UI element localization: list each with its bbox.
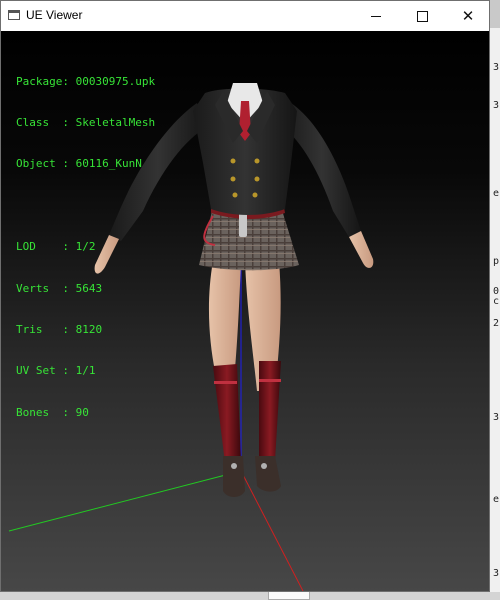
background-glyph: 2 xyxy=(492,318,499,329)
background-glyph: e xyxy=(492,188,499,199)
uvset-label: UV Set : xyxy=(16,364,69,378)
right-hand xyxy=(349,231,374,268)
background-glyph: 3 xyxy=(492,412,499,423)
lod-label: LOD : xyxy=(16,240,69,254)
3d-viewport[interactable]: Package: 00030975.upk Class : SkeletalMe… xyxy=(1,31,489,591)
maximize-icon xyxy=(416,10,428,22)
class-value: SkeletalMesh xyxy=(75,115,156,129)
background-glyph: 3 xyxy=(492,62,499,73)
background-glyph: c xyxy=(492,296,499,307)
package-label: Package: xyxy=(16,74,69,88)
lod-row: LOD : 1/2 xyxy=(16,240,155,254)
bones-value: 90 xyxy=(75,405,89,419)
window-title: UE Viewer xyxy=(26,8,83,22)
object-row: Object : 60116_KunN xyxy=(16,157,155,171)
left-sock xyxy=(213,364,241,463)
bones-label: Bones : xyxy=(16,405,69,419)
uvset-value: 1/1 xyxy=(75,364,96,378)
necktie xyxy=(239,101,251,141)
right-shoe xyxy=(255,456,281,492)
class-row: Class : SkeletalMesh xyxy=(16,116,155,130)
minimize-button[interactable] xyxy=(353,1,399,31)
object-value: 60116_KunN xyxy=(75,157,142,171)
background-glyph: e xyxy=(492,494,499,505)
tris-row: Tris : 8120 xyxy=(16,323,155,337)
package-row: Package: 00030975.upk xyxy=(16,75,155,89)
title-bar[interactable]: UE Viewer ✕ xyxy=(1,1,489,31)
background-window-right-edge: 33ep0c23e3 xyxy=(489,28,500,600)
verts-label: Verts : xyxy=(16,281,69,295)
ue-viewer-window: UE Viewer ✕ Package: 00030975.upk Class … xyxy=(0,0,490,592)
app-window-icon xyxy=(8,10,20,20)
class-label: Class : xyxy=(16,115,69,129)
mesh-info-overlay: Package: 00030975.upk Class : SkeletalMe… xyxy=(16,47,155,447)
left-shoe xyxy=(223,456,245,497)
verts-value: 5643 xyxy=(75,281,103,295)
package-value: 00030975.upk xyxy=(75,74,156,88)
lod-value: 1/2 xyxy=(75,240,96,254)
verts-row: Verts : 5643 xyxy=(16,282,155,296)
object-label: Object : xyxy=(16,157,69,171)
tris-value: 8120 xyxy=(75,322,103,336)
y-axis-line xyxy=(8,470,242,532)
bones-row: Bones : 90 xyxy=(16,406,155,420)
background-glyph: 3 xyxy=(492,568,499,579)
tris-label: Tris : xyxy=(16,322,69,336)
maximize-button[interactable] xyxy=(399,1,445,31)
right-sock xyxy=(259,361,281,461)
close-button[interactable]: ✕ xyxy=(445,1,491,31)
background-glyph: 3 xyxy=(492,100,499,111)
close-icon: ✕ xyxy=(461,6,475,25)
background-taskbar-strip xyxy=(0,590,500,600)
uvset-row: UV Set : 1/1 xyxy=(16,364,155,378)
minimize-icon xyxy=(371,15,381,17)
background-glyph: p xyxy=(492,256,499,267)
